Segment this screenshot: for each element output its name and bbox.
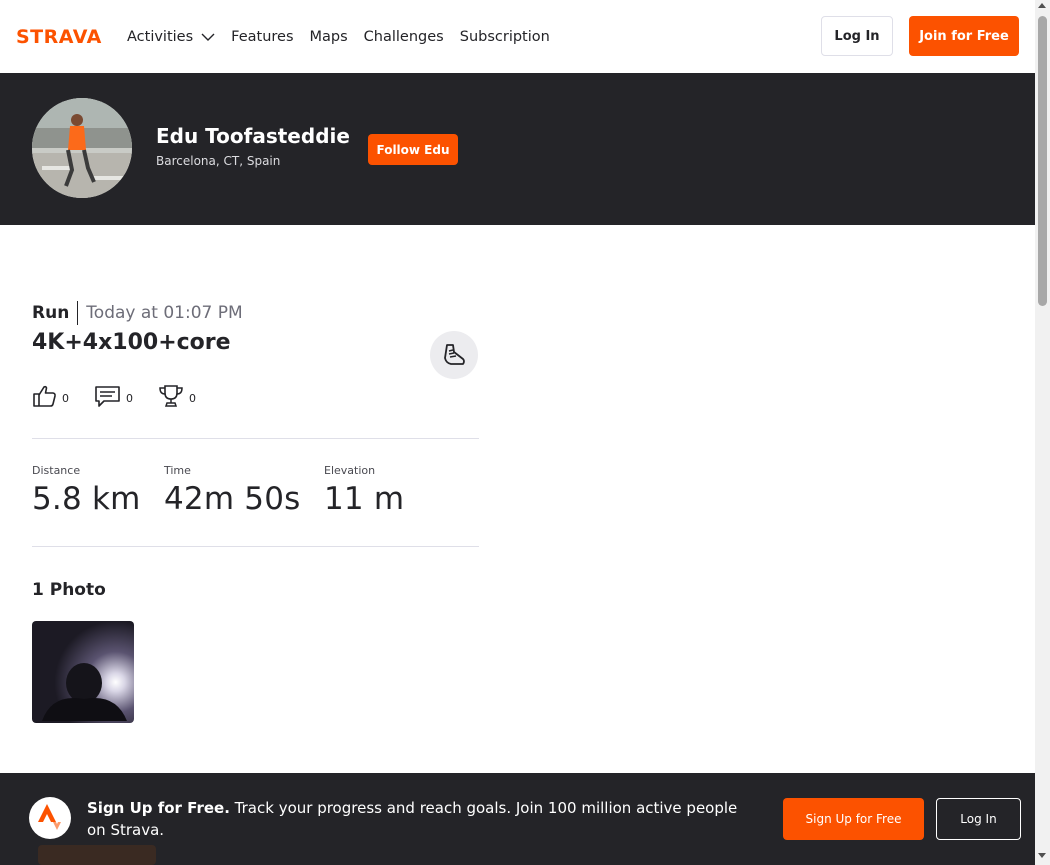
stat-label: Distance	[32, 464, 81, 477]
chevron-down-icon	[201, 33, 215, 41]
stat-label: Elevation	[324, 464, 376, 477]
strava-logo[interactable]: STRAVA	[16, 26, 111, 49]
stats-divider-top	[32, 438, 479, 439]
thumbs-up-icon	[32, 384, 57, 412]
achievements-button[interactable]: 0	[158, 384, 196, 412]
activity-header: Run Today at 01:07 PM	[32, 300, 243, 326]
athlete-name[interactable]: Edu Toofasteddie	[156, 124, 350, 148]
stat-distance: Distance 5.8 km	[32, 464, 141, 517]
join-button[interactable]: Join for Free	[909, 16, 1019, 56]
banner-login-button[interactable]: Log In	[936, 798, 1021, 840]
nav-challenges[interactable]: Challenges	[364, 29, 444, 45]
stat-time: Time 42m 50s	[164, 464, 301, 517]
nav-features[interactable]: Features	[231, 29, 293, 45]
nav-activities[interactable]: Activities	[127, 29, 215, 45]
comments-count: 0	[126, 391, 133, 405]
trophy-icon	[158, 384, 184, 412]
comment-icon	[94, 384, 121, 412]
nav-links: Activities Features Maps Challenges Subs…	[127, 0, 566, 73]
athlete-header: Edu Toofasteddie Barcelona, CT, Spain Fo…	[0, 73, 1035, 225]
scroll-thumb[interactable]	[1038, 16, 1047, 306]
activity-type: Run	[32, 301, 79, 325]
scroll-down-arrow-icon[interactable]	[1038, 853, 1046, 858]
svg-text:STRAVA: STRAVA	[16, 27, 102, 45]
scroll-up-arrow-icon[interactable]	[1038, 3, 1046, 8]
top-nav: STRAVA Activities Features Maps Challeng…	[0, 0, 1035, 73]
signup-button[interactable]: Sign Up for Free	[783, 798, 924, 840]
activity-photo[interactable]	[32, 621, 134, 723]
social-actions: 0 0 0	[32, 384, 221, 412]
nav-maps[interactable]: Maps	[310, 29, 348, 45]
stats-divider-bottom	[32, 546, 479, 547]
kudos-count: 0	[62, 391, 69, 405]
stat-value: 11 m	[324, 481, 405, 517]
stat-value: 5.8 km	[32, 481, 141, 517]
page-scrollbar[interactable]	[1035, 0, 1050, 865]
kudos-button[interactable]: 0	[32, 384, 69, 412]
strava-mark-icon	[29, 797, 71, 839]
stat-elevation: Elevation 11 m	[324, 464, 404, 517]
hidden-content-peek	[38, 845, 156, 865]
activity-time: Today at 01:07 PM	[86, 303, 243, 323]
photos-title: 1 Photo	[32, 580, 106, 600]
login-button[interactable]: Log In	[821, 16, 893, 56]
activity-title: 4K+4x100+core	[32, 330, 231, 355]
run-shoe-icon	[430, 331, 478, 379]
athlete-location: Barcelona, CT, Spain	[156, 154, 281, 168]
stat-label: Time	[164, 464, 191, 477]
achievements-count: 0	[189, 391, 196, 405]
nav-activities-label: Activities	[127, 28, 194, 45]
strava-logo-wordmark: STRAVA	[16, 26, 102, 48]
athlete-avatar[interactable]	[32, 98, 132, 198]
nav-subscription[interactable]: Subscription	[460, 29, 550, 45]
comments-button[interactable]: 0	[94, 384, 133, 412]
signup-banner-text: Sign Up for Free. Track your progress an…	[87, 797, 747, 841]
follow-button[interactable]: Follow Edu	[368, 134, 458, 165]
stat-value: 42m 50s	[164, 481, 301, 517]
signup-banner-lead: Sign Up for Free.	[87, 799, 230, 817]
